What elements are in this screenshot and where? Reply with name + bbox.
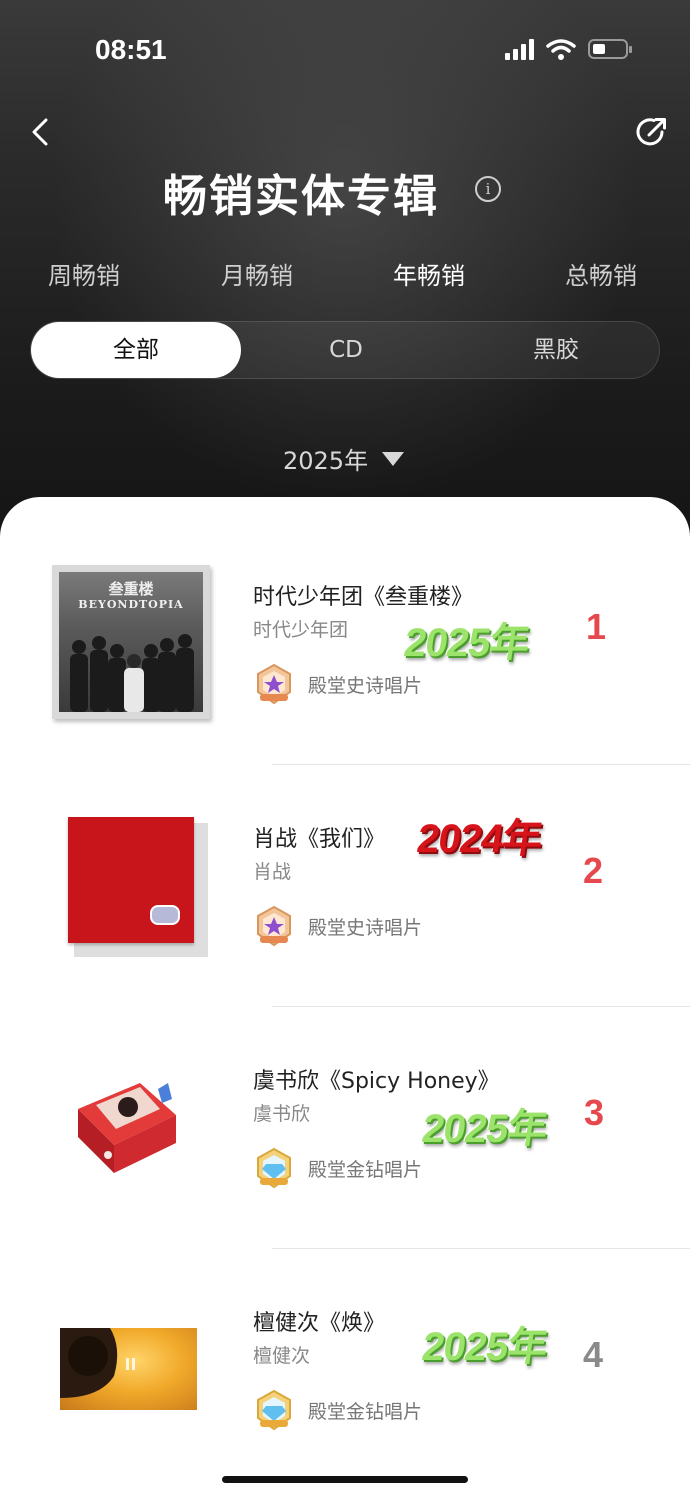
rank-number: 4 (583, 1334, 604, 1375)
album-artist: 虞书欣 (253, 1103, 311, 1125)
tab-yearly[interactable]: 年畅销 (393, 256, 465, 291)
divider (272, 1248, 690, 1249)
rank-number: 2 (583, 850, 604, 891)
album-title: 肖战《我们》 (253, 827, 386, 852)
year-selector-label: 2025年 (283, 447, 369, 475)
status-time: 08:51 (95, 34, 167, 65)
badge-label: 殿堂史诗唱片 (308, 916, 423, 939)
album-row[interactable]: 叁重楼 BEYONDTOPIA 时代少年团《叁重楼》 时代少年团 殿堂史诗唱片 … (0, 522, 690, 765)
period-tabs: 周畅销 月畅销 年畅销 总畅销 (0, 256, 690, 296)
rank-number: 1 (586, 606, 607, 647)
award-badge: 殿堂史诗唱片 (252, 904, 422, 948)
album-cover: 叁重楼 BEYONDTOPIA (52, 565, 210, 719)
badge-label: 殿堂金钻唱片 (308, 1400, 423, 1423)
cover-art (68, 817, 194, 943)
album-title: 檀健次《焕》 (253, 1311, 386, 1336)
chevron-left-icon (32, 118, 48, 146)
album-cover (68, 817, 208, 957)
back-button[interactable] (22, 112, 62, 152)
badge-label: 殿堂金钻唱片 (308, 1158, 423, 1181)
album-cover (74, 1069, 180, 1179)
info-icon[interactable]: i (475, 176, 501, 202)
share-button[interactable] (632, 112, 672, 152)
tab-all-time[interactable]: 总畅销 (565, 256, 637, 291)
cover-subtitle: BEYONDTOPIA (78, 598, 184, 611)
cover-art: 叁重楼 BEYONDTOPIA (59, 572, 203, 712)
album-row[interactable]: 虞书欣《Spicy Honey》 虞书欣 殿堂金钻唱片 2025年 3 (0, 1006, 690, 1249)
dropdown-triangle-icon (382, 451, 405, 466)
album-row[interactable]: 肖战《我们》 肖战 殿堂史诗唱片 2024年 2 (0, 764, 690, 1007)
share-icon (636, 118, 666, 146)
year-overlay: 2025年 (419, 1107, 550, 1151)
cover-sticker (150, 905, 180, 925)
cover-title: 叁重楼 (108, 580, 154, 598)
award-badge: 殿堂金钻唱片 (252, 1388, 422, 1432)
rank-number: 3 (584, 1092, 605, 1133)
cover-art (78, 1083, 176, 1173)
page-title: 畅销实体专辑 (163, 171, 439, 222)
award-badge: 殿堂史诗唱片 (252, 662, 422, 706)
cover-art (60, 1328, 135, 1398)
filter-cd[interactable]: CD (241, 322, 451, 378)
album-title: 虞书欣《Spicy Honey》 (253, 1069, 500, 1094)
year-overlay: 2024年 (414, 817, 545, 861)
format-filter: 全部 CD 黑胶 (30, 321, 660, 379)
tab-monthly[interactable]: 月畅销 (221, 256, 293, 291)
album-artist: 檀健次 (253, 1345, 311, 1367)
home-indicator (222, 1476, 468, 1483)
album-row[interactable]: 檀健次《焕》 檀健次 殿堂金钻唱片 2025年 4 (0, 1248, 690, 1491)
year-selector[interactable]: 2025年 (283, 441, 405, 476)
status-icons (505, 38, 632, 60)
filter-all[interactable]: 全部 (31, 322, 241, 378)
battery-icon (588, 39, 632, 59)
wifi-icon (546, 39, 576, 60)
cellular-signal-icon (505, 38, 534, 60)
epic-badge-icon (257, 905, 291, 947)
filter-vinyl[interactable]: 黑胶 (451, 322, 661, 378)
award-badge: 殿堂金钻唱片 (252, 1146, 422, 1190)
album-title: 时代少年团《叁重楼》 (253, 585, 474, 610)
album-cover (60, 1328, 197, 1410)
year-overlay: 2025年 (419, 1325, 550, 1369)
album-artist: 时代少年团 (253, 619, 349, 641)
group-photo (70, 634, 194, 712)
album-artist: 肖战 (253, 861, 292, 883)
album-list: 叁重楼 BEYONDTOPIA 时代少年团《叁重楼》 时代少年团 殿堂史诗唱片 … (0, 497, 690, 1499)
diamond-badge-icon (257, 1147, 291, 1189)
divider (272, 764, 690, 765)
year-overlay: 2025年 (401, 621, 532, 665)
tab-weekly[interactable]: 周畅销 (48, 256, 120, 291)
badge-label: 殿堂史诗唱片 (308, 674, 423, 697)
divider (272, 1006, 690, 1007)
epic-badge-icon (257, 663, 291, 705)
diamond-badge-icon (257, 1389, 291, 1431)
